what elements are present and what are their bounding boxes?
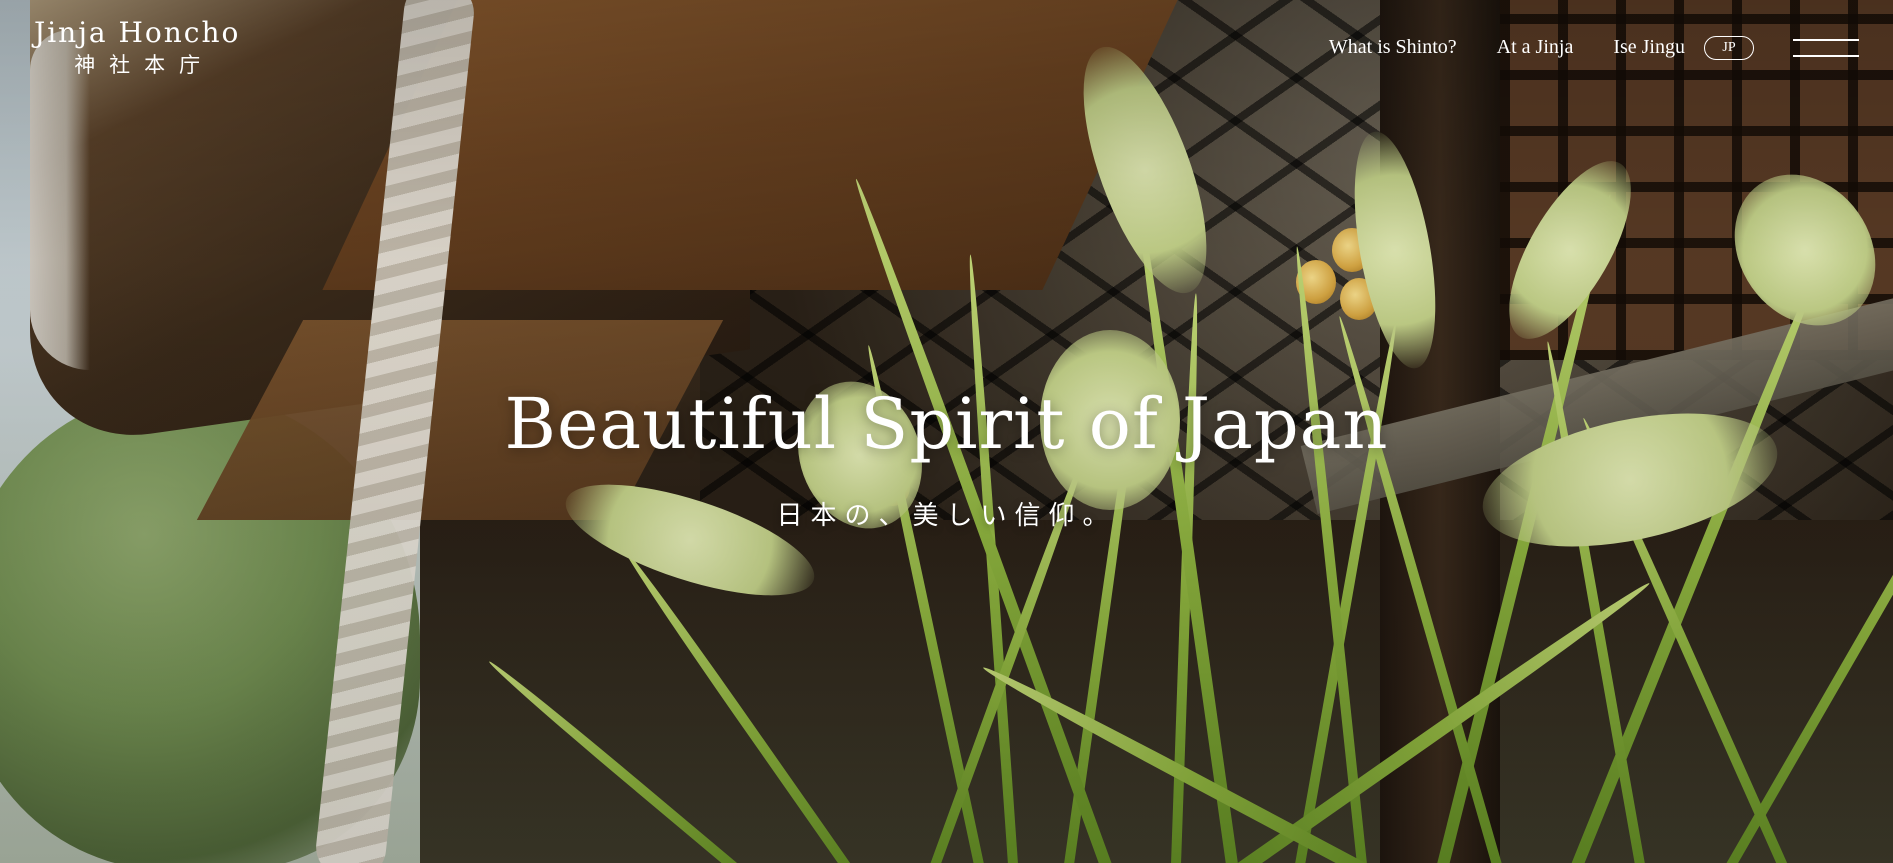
nav-link-what-is-shinto[interactable]: What is Shinto? [1329,36,1457,59]
language-toggle-button[interactable]: JP [1704,36,1754,60]
main-nav: What is Shinto? At a Jinja Ise Jingu [1329,36,1685,59]
menu-line [1793,39,1859,41]
hero-section: Jinja Honcho 神社本庁 What is Shinto? At a J… [0,0,1893,863]
menu-line [1793,55,1859,57]
nav-link-ise-jingu[interactable]: Ise Jingu [1613,36,1685,59]
logo-text-en: Jinja Honcho [34,16,241,49]
logo-text-ja: 神社本庁 [74,53,215,77]
site-logo[interactable]: Jinja Honcho 神社本庁 [34,16,240,80]
hamburger-menu-icon[interactable] [1793,37,1859,59]
nav-link-at-a-jinja[interactable]: At a Jinja [1497,36,1574,59]
hero-title: Beautiful Spirit of Japan [504,383,1389,465]
hero-subtitle: 日本の、美しい信仰。 [776,501,1117,531]
